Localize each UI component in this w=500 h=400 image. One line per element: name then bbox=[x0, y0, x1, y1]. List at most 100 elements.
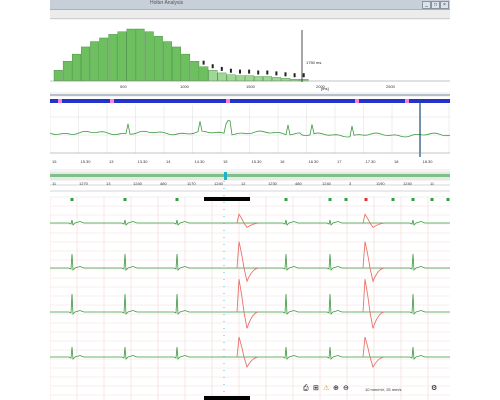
strip-time-tick: 1170 bbox=[187, 181, 196, 186]
trend-time-tick: 14.30 bbox=[195, 159, 206, 164]
histogram-bar[interactable] bbox=[62, 61, 72, 82]
normal-beat-marker[interactable] bbox=[328, 198, 332, 201]
hr-trend-panel: 15 15.30 13 13.30 14 14.30 15 15.30 16 16.30 17 17.… bbox=[50, 97, 450, 169]
normal-beat-marker[interactable] bbox=[391, 198, 395, 201]
trend-time-tick: 15 bbox=[52, 159, 57, 164]
trend-time-tick: 16.30 bbox=[309, 159, 320, 164]
normal-beat-marker[interactable] bbox=[70, 198, 74, 201]
warning-icon[interactable]: ⚠ bbox=[323, 384, 329, 394]
normal-beat-marker[interactable] bbox=[446, 198, 450, 201]
maximize-button[interactable]: □ bbox=[431, 1, 440, 9]
histogram-bar[interactable] bbox=[199, 66, 209, 82]
trend-time-tick: 17 bbox=[337, 159, 342, 164]
print-icon[interactable]: ⎙ bbox=[303, 384, 309, 394]
strip-cursor-handle-bottom[interactable] bbox=[204, 396, 250, 400]
histogram-bar[interactable] bbox=[217, 72, 227, 82]
ventricular-beat-trace[interactable] bbox=[236, 213, 259, 229]
histogram-bar[interactable] bbox=[272, 77, 282, 82]
histogram-bar[interactable] bbox=[172, 46, 182, 82]
ventricular-beat-trace[interactable] bbox=[362, 336, 385, 369]
ventricular-beat-trace[interactable] bbox=[362, 279, 385, 329]
ecg-lead-trace bbox=[50, 219, 450, 226]
histogram-bar[interactable] bbox=[53, 70, 63, 82]
ventricular-beat-trace[interactable] bbox=[362, 213, 385, 229]
histogram-bar[interactable] bbox=[126, 28, 136, 82]
trend-time-tick: 15 bbox=[223, 159, 228, 164]
histogram-bar[interactable] bbox=[144, 31, 154, 82]
histogram-marker bbox=[239, 69, 241, 74]
trend-time-tick: 13.30 bbox=[138, 159, 149, 164]
ventricular-beat-trace[interactable] bbox=[236, 336, 259, 369]
strip-scrollbar[interactable] bbox=[50, 172, 450, 180]
histogram-bar[interactable] bbox=[108, 34, 118, 82]
event-mark[interactable] bbox=[405, 99, 409, 103]
histogram-bar[interactable] bbox=[162, 41, 172, 82]
histogram-bar[interactable] bbox=[90, 41, 100, 82]
histogram-bar[interactable] bbox=[190, 61, 200, 82]
zoom-out-icon[interactable]: ⊖ bbox=[343, 384, 349, 394]
ventricular-beat-trace[interactable] bbox=[362, 241, 385, 283]
event-mark[interactable] bbox=[58, 99, 62, 103]
settings-icon[interactable]: ⚙ bbox=[431, 384, 437, 394]
histogram-marker bbox=[302, 73, 305, 78]
zoom-in-icon[interactable]: ⊕ bbox=[333, 384, 339, 394]
hr-trend: 15 15.30 13 13.30 14 14.30 15 15.30 16 16.30 17 17.… bbox=[50, 99, 450, 164]
histogram-bar[interactable] bbox=[226, 74, 236, 82]
histogram-marker bbox=[266, 70, 269, 75]
trend-time-tick: 14 bbox=[166, 159, 171, 164]
histogram-bar[interactable] bbox=[181, 53, 191, 82]
hr-trend-line bbox=[50, 120, 450, 138]
ventricular-beat-marker[interactable] bbox=[364, 198, 368, 201]
normal-beat-marker[interactable] bbox=[123, 198, 127, 201]
panel-divider[interactable] bbox=[50, 94, 450, 96]
holter-app-window: Holter Analysis _ □ × 1750 ms [ms] 500 1… bbox=[50, 0, 450, 400]
trend-time-tick: 17.30 bbox=[366, 159, 377, 164]
normal-beat-marker[interactable] bbox=[411, 198, 415, 201]
normal-beat-marker[interactable] bbox=[284, 198, 288, 201]
ruler-icon[interactable]: ⊞ bbox=[313, 384, 319, 394]
trend-time-tick: 13 bbox=[109, 159, 114, 164]
histogram-bar[interactable] bbox=[263, 76, 273, 82]
histogram-marker bbox=[284, 72, 287, 77]
close-button[interactable]: × bbox=[440, 1, 449, 9]
histogram-bar[interactable] bbox=[72, 53, 81, 82]
strip-time-tick: 12 bbox=[241, 181, 246, 186]
event-mark[interactable] bbox=[355, 99, 359, 103]
histogram-marker bbox=[293, 73, 296, 78]
normal-beat-marker[interactable] bbox=[344, 198, 348, 201]
histogram-bar[interactable] bbox=[81, 46, 90, 82]
normal-beat-marker[interactable] bbox=[175, 198, 179, 201]
histogram-marker bbox=[248, 69, 251, 74]
histogram-bar[interactable] bbox=[117, 31, 127, 82]
minimize-button[interactable]: _ bbox=[422, 1, 431, 9]
histogram-bar[interactable] bbox=[281, 78, 291, 82]
histogram-bar[interactable] bbox=[244, 75, 254, 82]
hist-tick: 1500 bbox=[246, 84, 256, 89]
title-bar: Holter Analysis _ □ × bbox=[50, 0, 450, 10]
strip-time-tick: 1240 bbox=[322, 181, 332, 186]
hist-tick: 2500 bbox=[386, 84, 396, 89]
scrollbar-thumb[interactable] bbox=[224, 172, 227, 180]
histogram-bar[interactable] bbox=[253, 76, 263, 82]
histogram-bar[interactable] bbox=[153, 35, 163, 82]
histogram-cursor-label: 1750 ms bbox=[306, 60, 321, 65]
strip-time-tick: 1230 bbox=[268, 181, 278, 186]
strip-time-tick: 3 bbox=[349, 181, 352, 186]
ventricular-beat-trace[interactable] bbox=[236, 279, 259, 329]
histogram-bar[interactable] bbox=[99, 37, 109, 82]
histogram-bar[interactable] bbox=[235, 75, 245, 82]
event-mark[interactable] bbox=[226, 99, 230, 103]
strip-cursor-handle-top[interactable] bbox=[204, 197, 250, 201]
histogram-bar[interactable] bbox=[135, 28, 145, 82]
normal-beat-marker[interactable] bbox=[430, 198, 434, 201]
strip-toolbar: ⎙ ⊞ ⚠ ⊕ ⊖ 10 mm/mV, 25 mm/s ⚙ bbox=[303, 384, 443, 394]
ventricular-beat-trace[interactable] bbox=[236, 241, 259, 283]
histogram-marker bbox=[211, 64, 214, 69]
event-mark[interactable] bbox=[110, 99, 114, 103]
scrollbar-track[interactable] bbox=[50, 174, 450, 177]
histogram-marker bbox=[202, 60, 205, 65]
strip-time-tick: 1270 bbox=[79, 181, 89, 186]
strip-time-tick: 11 bbox=[52, 181, 57, 186]
histogram-bar[interactable] bbox=[208, 70, 218, 82]
ecg-lead-trace bbox=[50, 293, 450, 315]
